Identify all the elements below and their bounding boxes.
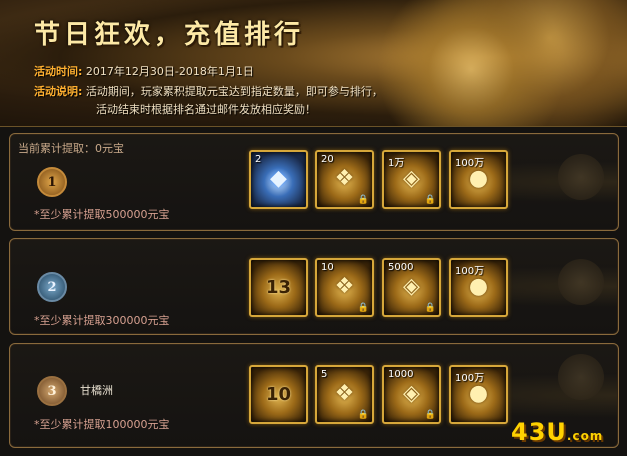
coin-decoration-icon bbox=[558, 354, 604, 400]
reward-slot-gold-ingot[interactable]: ◈ 5000 🔒 bbox=[382, 258, 441, 317]
reward-slot-gold-coins[interactable]: ● 100万 bbox=[449, 258, 508, 317]
treasure-chest-icon: 13 bbox=[265, 277, 292, 298]
reward-count: 100万 bbox=[455, 158, 485, 169]
reward-slot-gem[interactable]: ◆ 2 bbox=[249, 150, 308, 209]
reward-count: 1000 bbox=[388, 369, 414, 380]
lock-icon: 🔒 bbox=[424, 410, 436, 420]
lock-icon: 🔒 bbox=[424, 303, 436, 313]
dragon-artwork bbox=[367, 0, 627, 126]
reward-slot-gold-ingot[interactable]: ◈ 1000 🔒 bbox=[382, 365, 441, 424]
tier-1-requirement: *至少累计提取500000元宝 bbox=[34, 208, 170, 221]
reward-count: 1万 bbox=[388, 158, 405, 169]
rank-3-player-name: 甘橋洲 bbox=[80, 384, 113, 397]
reward-slot-gold-coins[interactable]: ● 100万 bbox=[449, 150, 508, 209]
reward-count: 5000 bbox=[388, 262, 414, 273]
coin-decoration-icon bbox=[558, 259, 604, 305]
tier-2-requirement: *至少累计提取300000元宝 bbox=[34, 314, 170, 327]
reward-slot-gold-coins[interactable]: ● 100万 bbox=[449, 365, 508, 424]
event-desc-row: 活动说明: 活动期间，玩家累积提取元宝达到指定数量，即可参与排行， bbox=[34, 83, 383, 99]
gold-bag-icon: ❖ bbox=[334, 381, 355, 406]
reward-slot-treasure-chest[interactable]: 10 bbox=[249, 365, 308, 424]
gold-coins-icon: ● bbox=[468, 166, 489, 191]
reward-slot-gold-bag[interactable]: ❖ 20 🔒 bbox=[315, 150, 374, 209]
event-desc-label: 活动说明: bbox=[34, 85, 83, 98]
banner-title: 节日狂欢，充值排行 bbox=[34, 20, 305, 50]
current-withdrawn-total: 当前累计提取：0元宝 bbox=[18, 142, 124, 155]
reward-count: 5 bbox=[321, 369, 328, 380]
reward-count: 100万 bbox=[455, 266, 485, 277]
reward-count: 10 bbox=[321, 262, 334, 273]
lock-icon: 🔒 bbox=[424, 195, 436, 205]
lock-icon: 🔒 bbox=[357, 195, 369, 205]
gem-icon: ◆ bbox=[270, 166, 287, 191]
lock-icon: 🔒 bbox=[357, 303, 369, 313]
reward-count: 2 bbox=[255, 154, 262, 165]
reward-slot-gold-bag[interactable]: ❖ 5 🔒 bbox=[315, 365, 374, 424]
event-time-value: 2017年12月30日-2018年1月1日 bbox=[85, 65, 254, 78]
event-desc-line2: 活动结束时根据排名通过邮件发放相应奖励！ bbox=[96, 103, 316, 116]
gold-bag-icon: ❖ bbox=[334, 166, 355, 191]
gold-bag-icon: ❖ bbox=[334, 274, 355, 299]
reward-slot-gold-ingot[interactable]: ◈ 1万 🔒 bbox=[382, 150, 441, 209]
reward-count: 20 bbox=[321, 154, 334, 165]
gold-ingot-icon: ◈ bbox=[403, 274, 420, 299]
treasure-chest-icon: 10 bbox=[265, 384, 292, 405]
gold-coins-icon: ● bbox=[468, 381, 489, 406]
event-time-row: 活动时间: 2017年12月30日-2018年1月1日 bbox=[34, 63, 254, 79]
reward-slot-gold-bag[interactable]: ❖ 10 🔒 bbox=[315, 258, 374, 317]
event-time-label: 活动时间: bbox=[34, 65, 83, 78]
gold-ingot-icon: ◈ bbox=[403, 166, 420, 191]
event-banner: 节日狂欢，充值排行 活动时间: 2017年12月30日-2018年1月1日 活动… bbox=[0, 0, 627, 127]
event-desc-line1: 活动期间，玩家累积提取元宝达到指定数量，即可参与排行， bbox=[85, 85, 383, 98]
rank-3-badge: 3 bbox=[37, 376, 67, 406]
rank-2-badge: 2 bbox=[37, 272, 67, 302]
reward-slot-treasure-chest[interactable]: 13 bbox=[249, 258, 308, 317]
reward-count: 100万 bbox=[455, 373, 485, 384]
gold-coins-icon: ● bbox=[468, 274, 489, 299]
lock-icon: 🔒 bbox=[357, 410, 369, 420]
gold-ingot-icon: ◈ bbox=[403, 381, 420, 406]
site-watermark-logo: 43U.com bbox=[511, 418, 604, 446]
tier-3-requirement: *至少累计提取100000元宝 bbox=[34, 418, 170, 431]
coin-decoration-icon bbox=[558, 154, 604, 200]
rank-1-badge: 1 bbox=[37, 167, 67, 197]
